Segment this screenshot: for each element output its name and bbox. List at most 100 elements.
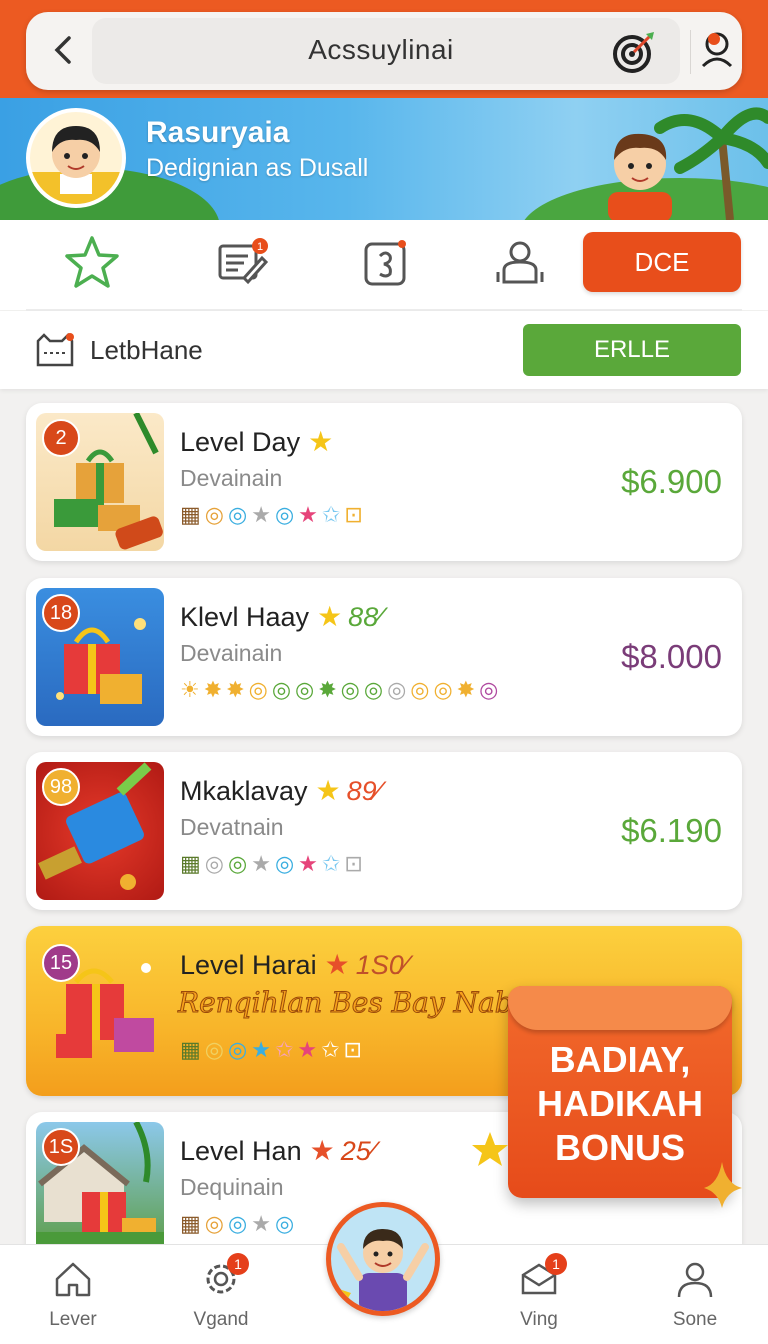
swirl-icon: ◎: [228, 1211, 248, 1236]
nav-label: Sone: [672, 1309, 718, 1330]
star-icon: ★: [297, 1037, 318, 1062]
promo-title: Level Harai ★ 1S0⁄: [180, 948, 408, 981]
swirl-icon: ◎: [271, 677, 292, 702]
swirl-icon: ◎: [433, 677, 453, 702]
rank-badge: 98: [42, 768, 80, 806]
tool-thumbnail: 98: [36, 762, 164, 900]
swirl-icon: ◎: [387, 677, 407, 702]
notification-badge: 1: [545, 1253, 567, 1275]
nav-item-ving[interactable]: 1 Ving: [494, 1253, 584, 1331]
user-icon[interactable]: [492, 234, 548, 290]
cat-icon: [34, 331, 76, 371]
person-icon: [675, 1259, 715, 1299]
swirl-icon: ◎: [274, 1211, 295, 1236]
star-icon: ✩: [274, 1037, 294, 1062]
action-row: 1 DCE: [0, 220, 768, 310]
swirl-icon: ◎: [340, 677, 360, 702]
nav-item-vgand[interactable]: 1 Vgand: [176, 1253, 266, 1331]
dce-button[interactable]: DCE: [583, 232, 741, 292]
center-mascot-button[interactable]: [326, 1202, 440, 1316]
star-icon: ★: [308, 426, 334, 457]
star-icon: ★: [309, 1135, 335, 1166]
swirl-icon: ◎: [204, 502, 224, 527]
swirl-icon: ◎: [228, 851, 248, 876]
book-icon: ▦: [180, 502, 201, 527]
star-icon: ★: [298, 502, 318, 527]
item-subtitle: Dequinain: [180, 1174, 284, 1200]
gift-thumbnail: 15: [36, 938, 164, 1076]
bonus-text: BADIAY, HADIKAH BONUS: [508, 1038, 732, 1170]
notification-badge: 1: [227, 1253, 249, 1275]
star-icon: ✸: [318, 677, 337, 702]
list-item[interactable]: 2 Level Day ★ Devainain ▦ ◎ ◎ ★ ◎ ★ ✩ ⊡ $…: [26, 403, 742, 561]
reward-icons: ▦ ◎ ◎ ★ ◎: [180, 1208, 294, 1240]
edit-note-icon[interactable]: 1: [214, 234, 270, 290]
rank-badge: 2: [42, 419, 80, 457]
swirl-icon: ◎: [274, 502, 295, 527]
avatar[interactable]: [26, 108, 126, 208]
star-icon: ★: [317, 601, 343, 632]
rank-badge: 1S: [42, 1128, 80, 1166]
swirl-icon: ◎: [248, 677, 268, 702]
item-percent: 89⁄: [346, 776, 382, 806]
swirl-icon: ◎: [274, 851, 295, 876]
promo-tagline: Renqihlan Bes Bay Nable: [177, 986, 539, 1020]
star-icon: ★: [251, 1211, 271, 1236]
item-subtitle: Devatnain: [180, 814, 284, 840]
item-title-text: Mkaklavay: [180, 776, 308, 806]
app-title: Acssuylinai: [308, 34, 454, 65]
envelope-flap: [508, 986, 732, 1030]
promo-percent: 1S0⁄: [355, 950, 409, 980]
item-price: $8.000: [621, 638, 722, 675]
star-icon: ✸: [203, 677, 223, 702]
star-icon: ★: [324, 949, 350, 980]
item-title: Level Day ★: [180, 425, 333, 458]
star-icon: ★: [251, 1037, 271, 1062]
swirl-icon: ◎: [204, 1211, 224, 1236]
swirl-icon: ◎: [228, 1037, 248, 1062]
bonus-line-3: BONUS: [554, 1127, 685, 1168]
tablet-icon[interactable]: [358, 234, 414, 290]
nav-label: Ving: [520, 1309, 558, 1330]
list-header: LetbHane ERLLE: [0, 311, 768, 389]
erlle-button[interactable]: ERLLE: [523, 324, 741, 376]
list-header-label: LetbHane: [90, 335, 203, 365]
nav-item-lever[interactable]: Lever: [28, 1259, 118, 1331]
nav-label: Vgand: [193, 1309, 249, 1330]
top-bar: Acssuylinai: [0, 0, 768, 100]
item-price: $6.900: [621, 463, 722, 500]
map-icon: ▦: [180, 1037, 201, 1062]
banner-title: Rasuryaia: [146, 116, 290, 149]
star-icon: ✸: [456, 677, 476, 702]
nav-label: Lever: [49, 1309, 97, 1330]
star-icon[interactable]: [64, 234, 120, 290]
chevron-left-icon[interactable]: [44, 30, 84, 70]
kid-illustration: [600, 116, 680, 220]
star-icon: ★: [251, 851, 271, 876]
item-title-text: Level Han: [180, 1136, 302, 1166]
promo-title-text: Level Harai: [180, 950, 317, 980]
rank-badge: 18: [42, 594, 80, 632]
item-subtitle: Devainain: [180, 640, 283, 666]
swirl-icon: ◎: [410, 677, 430, 702]
reward-icons: ▦ ◎ ◎ ★ ✩ ★ ✩ ⊡: [180, 1034, 362, 1066]
svg-text:1: 1: [257, 241, 263, 253]
item-title: Mkaklavay ★ 89⁄: [180, 774, 381, 807]
target-icon[interactable]: [612, 30, 656, 74]
bonus-card[interactable]: BADIAY, HADIKAH BONUS: [508, 986, 732, 1198]
banner-subtitle: Dedignian as Dusall: [146, 154, 369, 182]
profile-icon[interactable]: [690, 30, 734, 74]
sparkle-icon: [704, 1162, 742, 1208]
reward-icons: ☀ ✸ ✸ ◎ ◎ ◎ ✸ ◎ ◎ ◎ ◎ ◎ ✸ ◎: [180, 674, 498, 706]
rank-badge: 15: [42, 944, 80, 982]
star-icon: ✩: [321, 502, 341, 527]
item-title: Level Han ★ 25⁄: [180, 1134, 375, 1167]
star-icon: ✸: [226, 677, 245, 702]
nav-item-sone[interactable]: Sone: [650, 1259, 740, 1331]
swirl-icon: ◎: [363, 677, 384, 702]
list-item[interactable]: 18 Klevl Haay ★ 88⁄ Devainain ☀ ✸ ✸ ◎ ◎ ◎ …: [26, 578, 742, 736]
home-icon: [53, 1259, 93, 1299]
swirl-icon: ◎: [295, 677, 315, 702]
list-item[interactable]: 98 Mkaklavay ★ 89⁄ Devatnain ▦ ◎ ◎ ★ ◎ ★ ✩…: [26, 752, 742, 910]
item-price: $6.190: [621, 812, 722, 849]
